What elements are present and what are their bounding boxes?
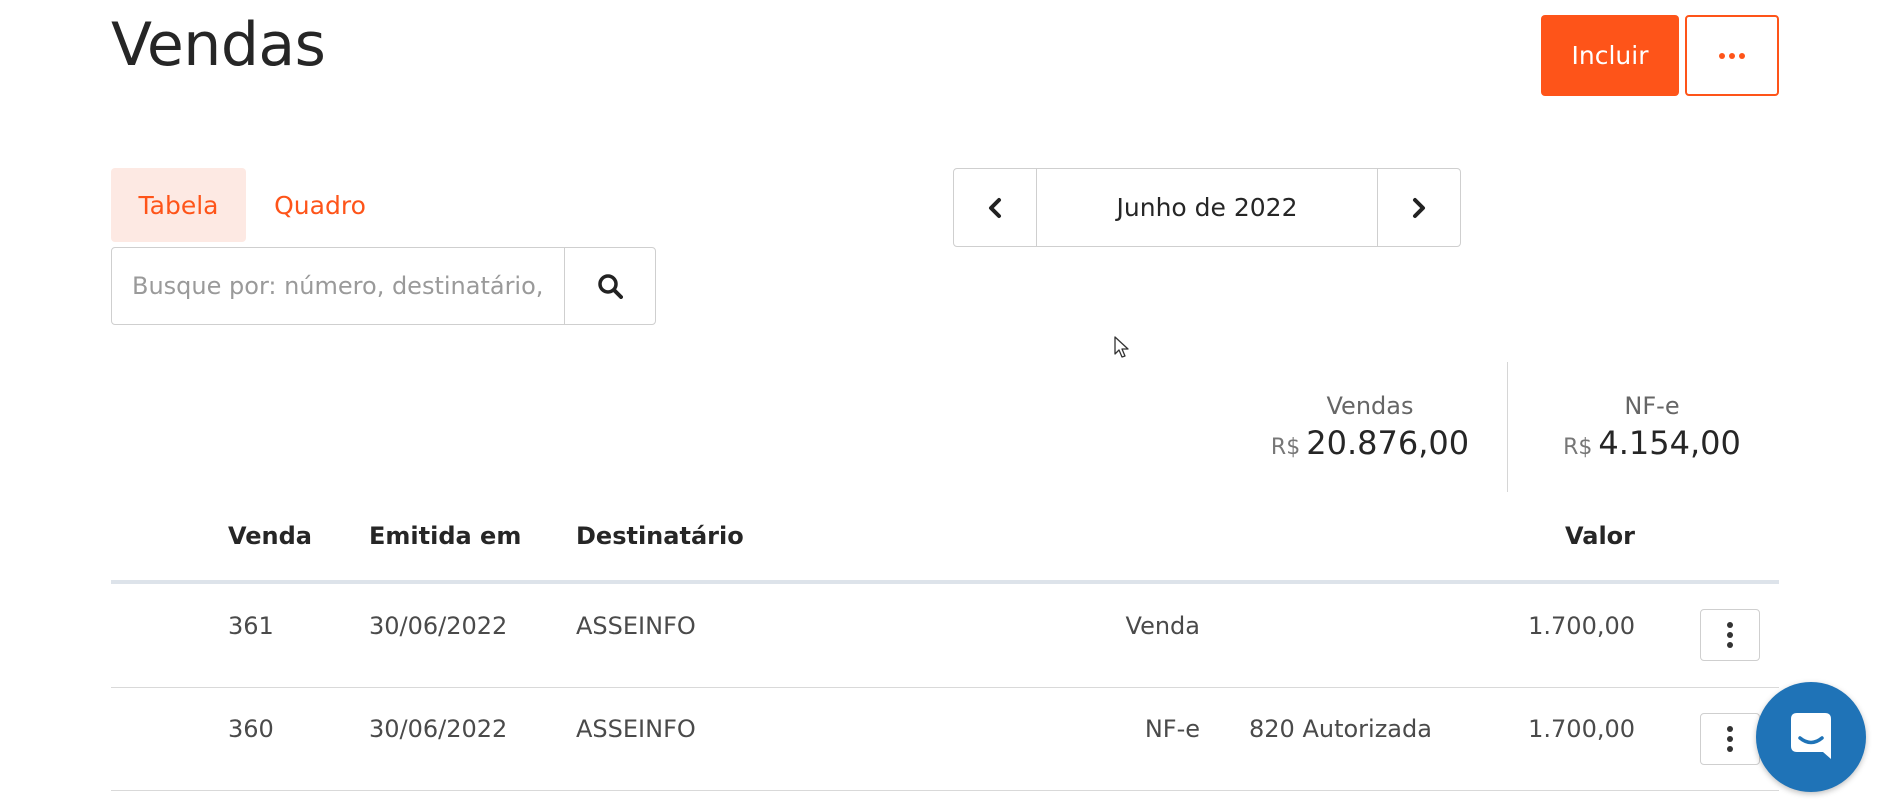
chat-widget-button[interactable] <box>1756 682 1866 792</box>
ellipsis-icon <box>1719 52 1745 59</box>
chat-widget-icon <box>1791 713 1831 759</box>
column-header-emitida[interactable]: Emitida em <box>369 522 521 550</box>
summary-nfe: NF-e R$ 4.154,00 <box>1552 392 1752 462</box>
row-type: NF-e <box>1144 715 1200 743</box>
summary-amount: R$ 4.154,00 <box>1563 424 1741 462</box>
column-header-destinatario[interactable]: Destinatário <box>576 522 744 550</box>
chevron-right-icon <box>1413 197 1425 218</box>
tab-tabela[interactable]: Tabela <box>111 168 246 242</box>
summary-caption: Vendas <box>1326 392 1414 420</box>
row-date: 30/06/2022 <box>369 612 508 640</box>
search-input[interactable] <box>112 248 564 324</box>
search-box <box>111 247 656 325</box>
next-month-button[interactable] <box>1377 169 1460 246</box>
more-actions-button[interactable] <box>1685 15 1779 96</box>
summary-caption: NF-e <box>1624 392 1680 420</box>
period-label: Junho de 2022 <box>1116 193 1298 222</box>
search-button[interactable] <box>564 248 655 324</box>
row-status: 820 Autorizada <box>1249 715 1432 743</box>
row-number: 360 <box>228 715 274 743</box>
row-divider <box>111 790 1779 791</box>
row-number: 361 <box>228 612 274 640</box>
previous-month-button[interactable] <box>954 169 1037 246</box>
row-type: Venda <box>1125 612 1200 640</box>
column-header-valor[interactable]: Valor <box>1480 522 1635 550</box>
summary-divider <box>1507 362 1508 492</box>
summary-amount: R$ 20.876,00 <box>1270 424 1470 462</box>
row-value: 1.700,00 <box>1528 612 1635 640</box>
row-recipient: ASSEINFO <box>576 715 696 743</box>
search-icon <box>598 274 623 299</box>
table-header-divider <box>111 580 1779 584</box>
tab-quadro[interactable]: Quadro <box>260 168 380 242</box>
row-actions-button[interactable] <box>1700 609 1760 661</box>
include-button[interactable]: Incluir <box>1541 15 1679 96</box>
row-date: 30/06/2022 <box>369 715 508 743</box>
column-header-venda[interactable]: Venda <box>228 522 312 550</box>
row-recipient: ASSEINFO <box>576 612 696 640</box>
summary-vendas: Vendas R$ 20.876,00 <box>1270 392 1470 462</box>
row-actions-button[interactable] <box>1700 713 1760 765</box>
chevron-left-icon <box>989 197 1001 218</box>
period-navigator: Junho de 2022 <box>953 168 1461 247</box>
page-title: Vendas <box>111 10 326 80</box>
mouse-cursor-icon <box>1114 336 1129 358</box>
row-value: 1.700,00 <box>1528 715 1635 743</box>
row-divider <box>111 687 1779 688</box>
